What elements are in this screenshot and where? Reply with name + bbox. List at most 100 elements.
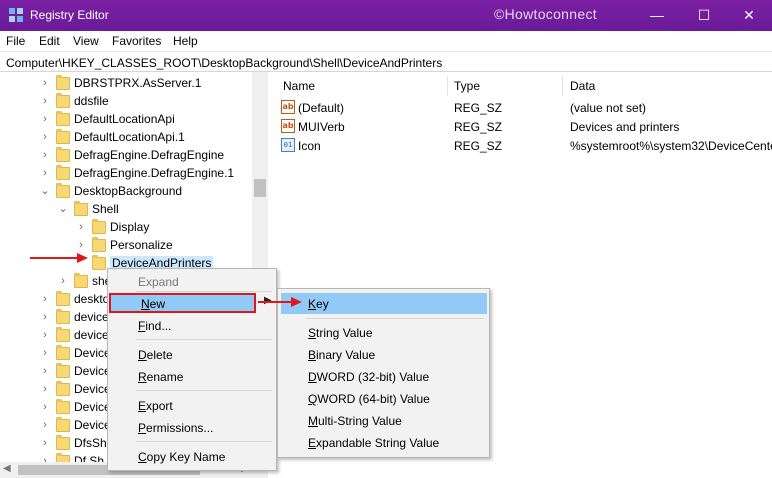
submenu-item-expandable-string-value[interactable]: Expandable String Value	[308, 436, 439, 450]
tree-item[interactable]: › DefaultLocationApi	[0, 111, 252, 129]
tree-item-label[interactable]: Device	[74, 364, 111, 378]
folder-icon	[56, 75, 70, 90]
menu-item-export[interactable]: Export	[138, 399, 173, 413]
tree-vertical-scrollbar-thumb[interactable]	[254, 179, 266, 197]
folder-icon	[56, 327, 70, 342]
tree-item[interactable]: › DBRSTPRX.AsServer.1	[0, 75, 252, 93]
tree-item[interactable]: › DefragEngine.DefragEngine	[0, 147, 252, 165]
menu-edit[interactable]: Edit	[39, 34, 60, 48]
expand-chevron-icon[interactable]: ›	[40, 383, 50, 395]
tree-item-label[interactable]: DefaultLocationApi	[74, 112, 175, 126]
submenu-item-key-label[interactable]: Key	[308, 297, 329, 311]
expand-chevron-icon[interactable]: ›	[40, 347, 50, 359]
menu-item-copy-key-name[interactable]: Copy Key Name	[138, 450, 225, 464]
tree-item-label[interactable]: Display	[110, 220, 149, 234]
menu-help[interactable]: Help	[173, 34, 198, 48]
expand-chevron-icon[interactable]: ›	[40, 131, 50, 143]
column-divider[interactable]	[562, 76, 563, 96]
tree-item-label[interactable]: Device	[74, 400, 111, 414]
menu-item-delete[interactable]: Delete	[138, 348, 173, 362]
tree-item-label[interactable]: Shell	[92, 202, 119, 216]
menu-file[interactable]: File	[6, 34, 25, 48]
minimize-button[interactable]: —	[634, 0, 680, 31]
value-data: (value not set)	[570, 101, 647, 115]
folder-icon	[56, 363, 70, 378]
tree-item-label[interactable]: ddsfile	[74, 94, 109, 108]
tree-item[interactable]: › ddsfile	[0, 93, 252, 111]
tree-item[interactable]: › DefaultLocationApi.1	[0, 129, 252, 147]
maximize-button[interactable]: ☐	[681, 0, 727, 31]
tree-item-label[interactable]: Device	[74, 382, 111, 396]
tree-item[interactable]: ⌄ Shell	[0, 201, 252, 219]
value-data: %systemroot%\system32\DeviceCenter	[570, 139, 772, 153]
menu-item-find[interactable]: Find...	[138, 319, 171, 333]
tree-item-label[interactable]: Personalize	[110, 238, 173, 252]
folder-icon	[74, 273, 88, 288]
expand-chevron-icon[interactable]	[76, 257, 86, 269]
expand-chevron-icon[interactable]: ›	[40, 77, 50, 89]
value-row[interactable]: 01 Icon REG_SZ %systemroot%\system32\Device…	[275, 138, 772, 156]
ab-string-icon: ab	[281, 119, 295, 133]
expand-chevron-icon[interactable]: ›	[40, 455, 50, 462]
expand-chevron-icon[interactable]: ›	[40, 95, 50, 107]
value-row[interactable]: ab (Default) REG_SZ (value not set)	[275, 100, 772, 118]
column-divider[interactable]	[447, 76, 448, 96]
expand-chevron-icon[interactable]: ›	[58, 275, 68, 287]
tree-item[interactable]: › DefragEngine.DefragEngine.1	[0, 165, 252, 183]
submenu-item-multi-string-value[interactable]: Multi-String Value	[308, 414, 402, 428]
menu-item-expand: Expand	[138, 275, 179, 289]
tree-item-label[interactable]: deskto	[74, 292, 109, 306]
tree-item[interactable]: › Display	[0, 219, 252, 237]
tree-item-label[interactable]: DfsSh	[74, 436, 107, 450]
expand-chevron-icon[interactable]: ›	[40, 167, 50, 179]
value-name: (Default)	[298, 101, 345, 115]
scroll-left-arrow-icon[interactable]: ◀	[3, 463, 11, 474]
menu-view[interactable]: View	[73, 34, 99, 48]
binary-value-icon: 01	[281, 138, 295, 152]
menu-item-permissions[interactable]: Permissions...	[138, 421, 213, 435]
expand-chevron-icon[interactable]: ›	[40, 437, 50, 449]
expand-chevron-icon[interactable]: ›	[40, 329, 50, 341]
column-header-type[interactable]: Type	[454, 79, 480, 93]
collapse-chevron-icon[interactable]: ⌄	[58, 203, 68, 215]
value-row[interactable]: ab MUIVerb REG_SZ Devices and printers	[275, 119, 772, 137]
expand-chevron-icon[interactable]: ›	[40, 293, 50, 305]
value-name: MUIVerb	[298, 120, 345, 134]
expand-chevron-icon[interactable]: ›	[40, 365, 50, 377]
menu-favorites[interactable]: Favorites	[112, 34, 161, 48]
menu-item-rename[interactable]: Rename	[138, 370, 183, 384]
submenu-item-binary-value[interactable]: Binary Value	[308, 348, 375, 362]
expand-chevron-icon[interactable]: ›	[40, 311, 50, 323]
tree-item-label[interactable]: Device	[74, 346, 111, 360]
address-path[interactable]: Computer\HKEY_CLASSES_ROOT\DesktopBackgr…	[6, 56, 442, 70]
submenu-item-string-value[interactable]: String Value	[308, 326, 373, 340]
address-bar[interactable]: Computer\HKEY_CLASSES_ROOT\DesktopBackgr…	[0, 51, 772, 72]
collapse-chevron-icon[interactable]: ⌄	[40, 185, 50, 197]
tree-item[interactable]: › Personalize	[0, 237, 252, 255]
column-header-name[interactable]: Name	[283, 79, 315, 93]
tree-item-label[interactable]: device	[74, 310, 109, 324]
close-button[interactable]: ✕	[726, 0, 772, 31]
tree-item-label[interactable]: DBRSTPRX.AsServer.1	[74, 76, 201, 90]
tree-item-label[interactable]: DefragEngine.DefragEngine.1	[74, 166, 234, 180]
tree-item-label[interactable]: Df.Sh	[74, 454, 104, 462]
tree-item[interactable]: ⌄ DesktopBackground	[0, 183, 252, 201]
menu-bar: File Edit View Favorites Help	[0, 31, 772, 51]
tree-item-label[interactable]: device	[74, 328, 109, 342]
menu-item-new[interactable]: New	[109, 293, 256, 313]
tree-item-label[interactable]: Device	[74, 418, 111, 432]
tree-item-label[interactable]: DefaultLocationApi.1	[74, 130, 185, 144]
menu-separator	[136, 339, 272, 340]
column-header-data[interactable]: Data	[570, 79, 595, 93]
expand-chevron-icon[interactable]: ›	[76, 221, 86, 233]
expand-chevron-icon[interactable]: ›	[76, 239, 86, 251]
expand-chevron-icon[interactable]: ›	[40, 401, 50, 413]
expand-chevron-icon[interactable]: ›	[40, 113, 50, 125]
folder-icon	[56, 309, 70, 324]
submenu-item-dword-value[interactable]: DWORD (32-bit) Value	[308, 370, 429, 384]
tree-item-label[interactable]: DesktopBackground	[74, 184, 182, 198]
expand-chevron-icon[interactable]: ›	[40, 419, 50, 431]
tree-item-label[interactable]: DefragEngine.DefragEngine	[74, 148, 224, 162]
submenu-item-qword-value[interactable]: QWORD (64-bit) Value	[308, 392, 430, 406]
expand-chevron-icon[interactable]: ›	[40, 149, 50, 161]
